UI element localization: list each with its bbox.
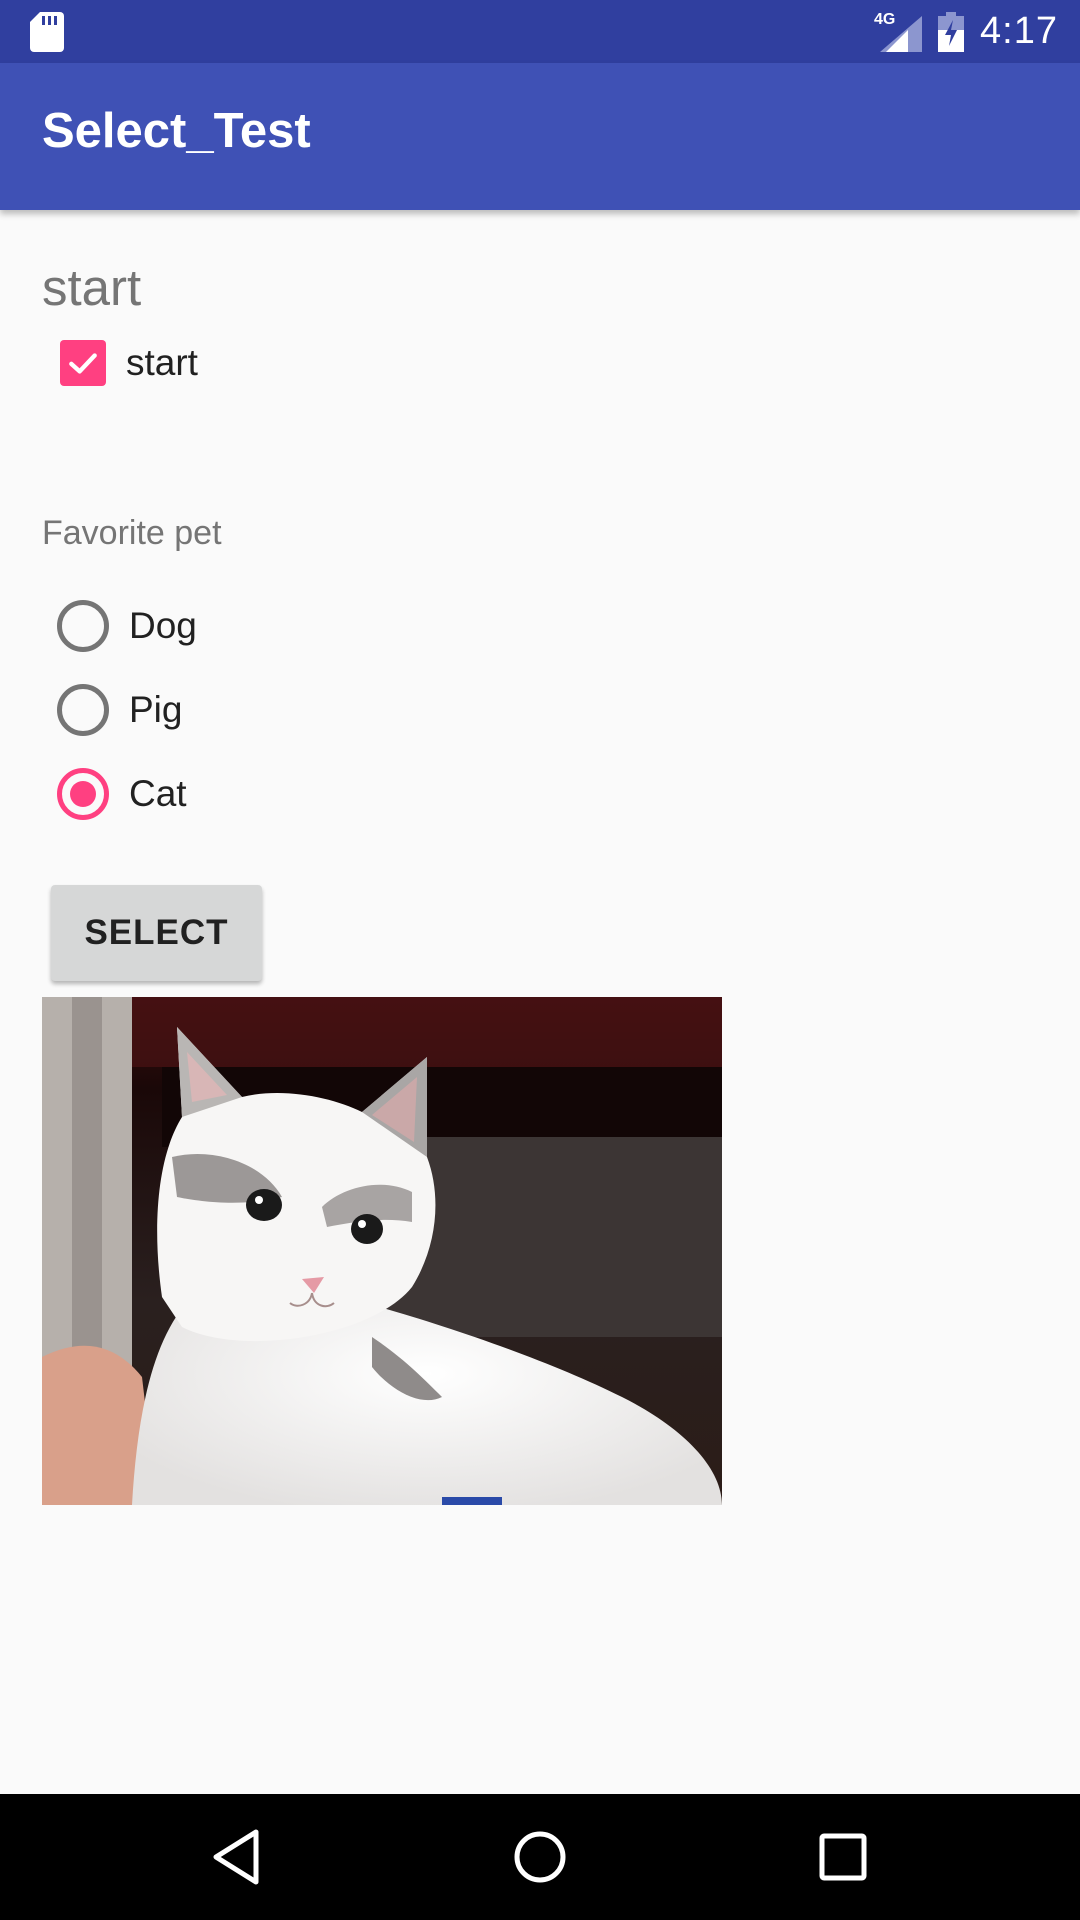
status-bar: 4G 4:17 [0, 0, 1080, 63]
radio-label: Pig [129, 689, 183, 730]
battery-charging-icon [938, 11, 965, 52]
cat-image [42, 997, 722, 1505]
back-icon [213, 1829, 259, 1885]
back-button[interactable] [204, 1824, 270, 1890]
radio-option-dog[interactable]: Dog [57, 600, 197, 652]
check-icon [69, 353, 97, 374]
status-icons: 4G 4:17 [874, 0, 1058, 63]
home-button[interactable] [507, 1824, 573, 1890]
radio-button-selected[interactable] [57, 768, 109, 820]
app-bar: Select_Test [0, 63, 1080, 210]
sd-card-icon [30, 12, 64, 52]
radio-button[interactable] [57, 684, 109, 736]
radio-option-pig[interactable]: Pig [57, 684, 182, 736]
start-checkbox[interactable]: start [60, 340, 198, 386]
section-heading: start [42, 259, 142, 316]
app-title: Select_Test [42, 104, 311, 158]
recents-icon [819, 1833, 867, 1881]
radio-group-label: Favorite pet [42, 514, 222, 552]
radio-button[interactable] [57, 600, 109, 652]
checkbox-label: start [126, 342, 198, 383]
nav-bar [0, 1794, 1080, 1920]
main-content: start start Favorite pet Dog Pig Cat SEL… [0, 210, 1080, 1794]
signal-icon [880, 15, 923, 52]
checkbox-checked[interactable] [60, 340, 106, 386]
recents-button[interactable] [810, 1824, 876, 1890]
radio-option-cat[interactable]: Cat [57, 768, 187, 820]
radio-label: Cat [129, 773, 187, 814]
select-button[interactable]: SELECT [51, 885, 262, 981]
clock: 4:17 [980, 10, 1058, 52]
signal-group: 4G [874, 11, 923, 52]
radio-label: Dog [129, 605, 197, 646]
home-icon [514, 1831, 566, 1883]
cat-photo [42, 997, 722, 1505]
